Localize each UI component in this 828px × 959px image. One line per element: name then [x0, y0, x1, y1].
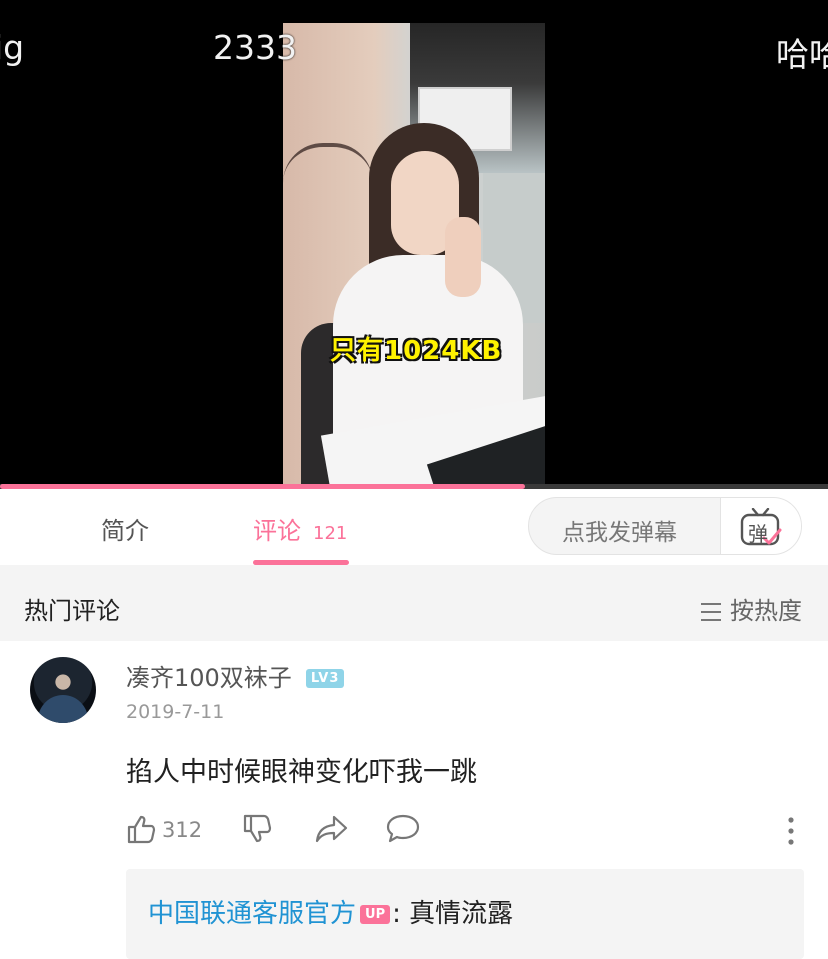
- video-player[interactable]: ig 2333 哈哈 只有1024KB: [0, 0, 828, 489]
- reply-line: 中国联通客服官方 UP: 真情流露: [148, 893, 513, 930]
- comment-actions: 312: [126, 813, 806, 847]
- tab-bar: 简介 评论 121 点我发弹幕 弹: [0, 489, 828, 565]
- hot-comments-title: 热门评论: [24, 597, 120, 625]
- thumbs-down-icon: [242, 814, 274, 849]
- sort-button[interactable]: 按热度: [700, 591, 802, 628]
- tab-comments[interactable]: 评论 121: [253, 511, 347, 546]
- sort-list-icon: [700, 600, 722, 628]
- thumbs-up-icon: [126, 815, 158, 849]
- level-badge: LV3: [305, 669, 345, 688]
- chat-bubble-icon: [386, 814, 420, 849]
- comment-text: 掐人中时候眼神变化吓我一跳: [126, 757, 477, 788]
- more-options-icon[interactable]: [786, 817, 796, 849]
- share-icon: [314, 815, 348, 849]
- video-subtitle: 只有1024KB: [330, 336, 503, 366]
- comment-date: 2019-7-11: [126, 701, 225, 723]
- danmaku-comment: 2333: [213, 28, 297, 67]
- tv-icon: 弹: [740, 507, 782, 552]
- danmaku-comment: 哈哈: [776, 35, 828, 74]
- reply-text: 真情流露: [409, 899, 514, 929]
- reply-username[interactable]: 中国联通客服官方: [148, 899, 356, 929]
- avatar-figure: [38, 695, 88, 723]
- like-count: 312: [162, 818, 203, 842]
- like-button[interactable]: 312: [126, 813, 202, 849]
- danmaku-comment: ig: [0, 28, 25, 67]
- comment-item: 凑齐100双袜子 LV3 2019-7-11 掐人中时候眼神变化吓我一跳 312: [0, 641, 828, 959]
- share-button[interactable]: [314, 813, 348, 849]
- dislike-button[interactable]: [242, 813, 274, 849]
- sort-label: 按热度: [730, 597, 802, 625]
- video-person-hand: [445, 217, 481, 297]
- reply-separator: :: [392, 899, 410, 929]
- hot-comments-header: 热门评论 按热度: [0, 569, 828, 641]
- tab-comments-label: 评论: [253, 517, 301, 545]
- comment-username[interactable]: 凑齐100双袜子 LV3: [126, 658, 345, 693]
- danmaku-input-placeholder: 点我发弹幕: [562, 520, 677, 546]
- danmaku-glyph: 弹: [748, 522, 768, 546]
- danmaku-toggle-button[interactable]: 弹: [720, 498, 801, 554]
- reply-button[interactable]: [386, 813, 420, 849]
- video-frame: [283, 23, 545, 489]
- username-text: 凑齐100双袜子: [126, 664, 292, 692]
- danmaku-input[interactable]: 点我发弹幕 弹: [528, 497, 802, 555]
- comment-count: 121: [313, 523, 348, 544]
- up-badge: UP: [360, 905, 391, 924]
- video-bg-wall-decoration: [283, 143, 373, 217]
- tab-intro-label: 简介: [101, 517, 149, 545]
- avatar[interactable]: [30, 657, 96, 723]
- tab-intro[interactable]: 简介: [101, 511, 149, 546]
